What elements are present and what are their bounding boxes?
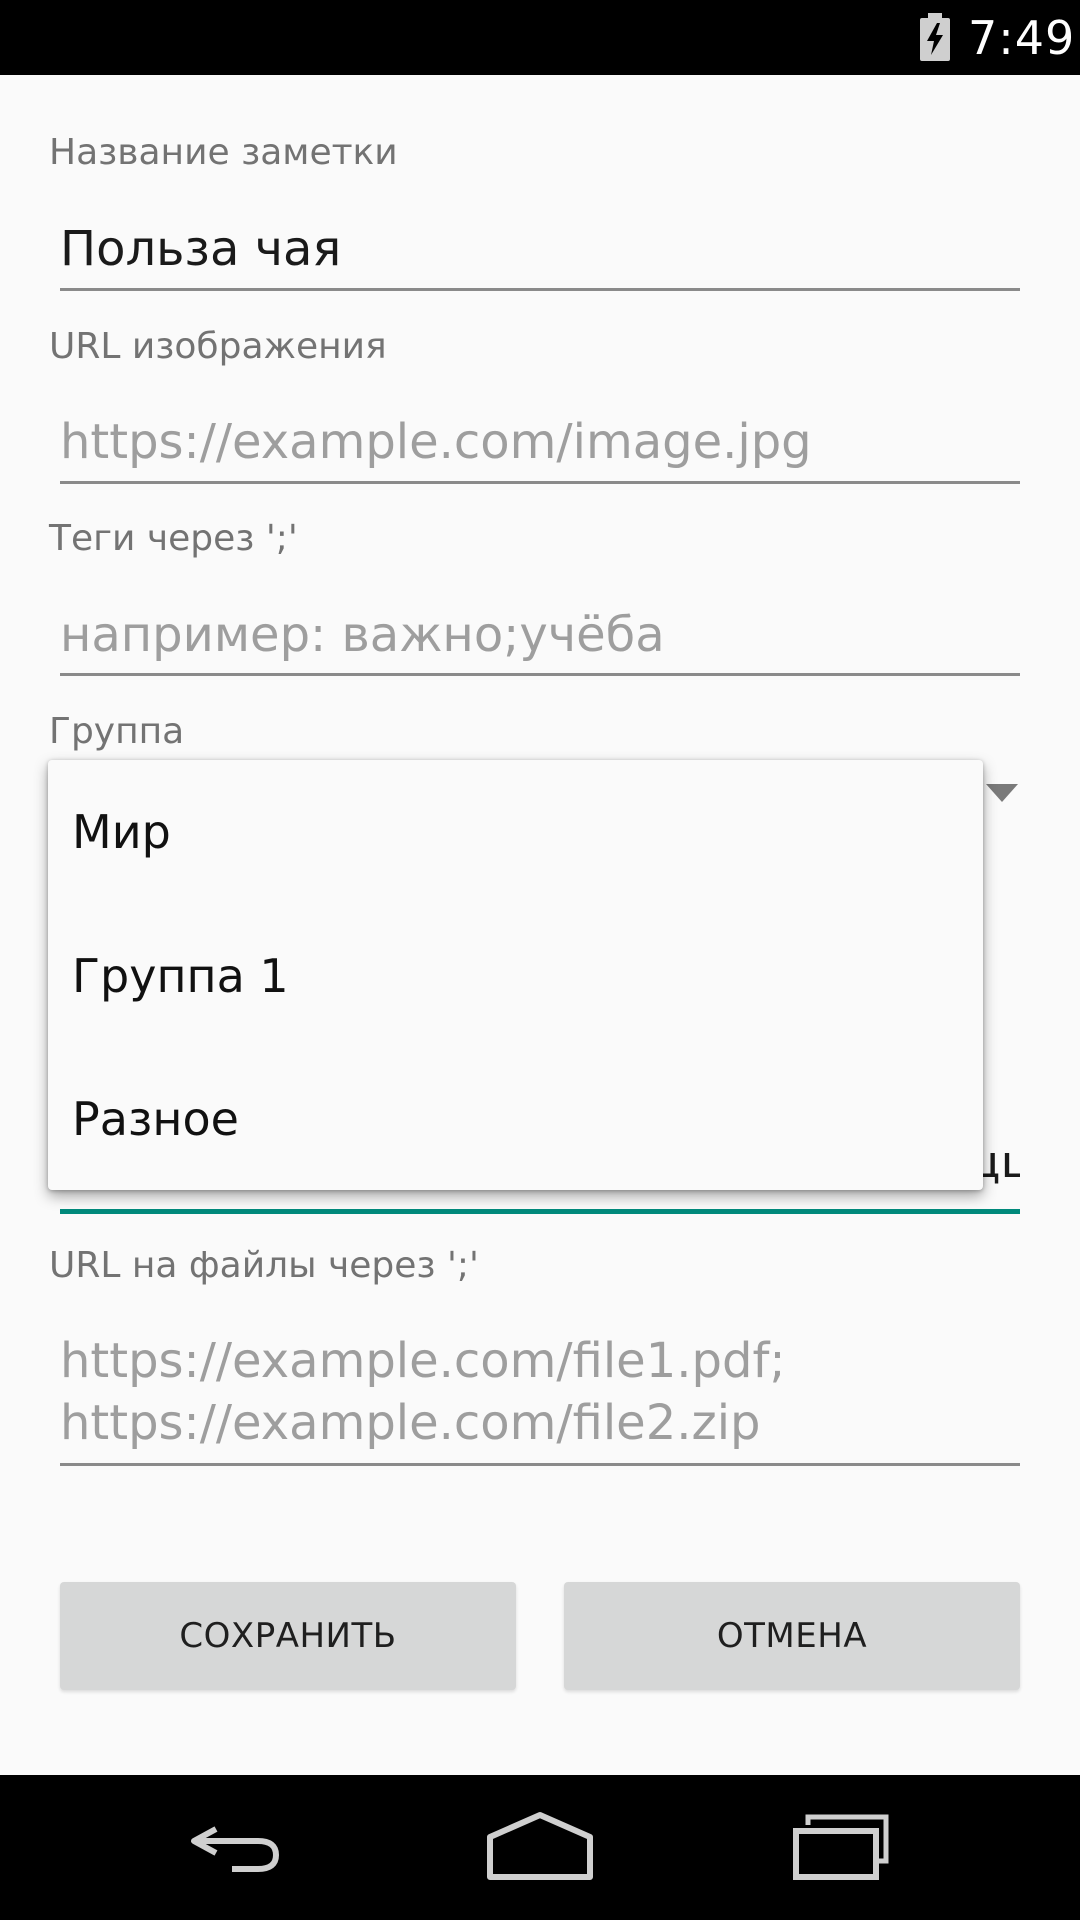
recents-icon[interactable] xyxy=(790,1809,894,1885)
image-url-label: URL изображения xyxy=(49,326,387,367)
tags-label: Теги через ';' xyxy=(49,518,298,559)
navigation-bar xyxy=(0,1775,1080,1920)
dropdown-item-raznoe[interactable]: Разное xyxy=(72,1089,239,1149)
group-dropdown-menu: Мир Группа 1 Разное xyxy=(48,760,983,1190)
status-bar: 7:49 xyxy=(0,0,1080,75)
dropdown-item-group-1[interactable]: Группа 1 xyxy=(72,946,289,1006)
dropdown-item-mir[interactable]: Мир xyxy=(72,802,171,862)
note-title-label: Название заметки xyxy=(49,132,398,173)
files-url-underline xyxy=(60,1463,1020,1466)
image-url-underline xyxy=(60,481,1020,484)
save-button[interactable]: СОХРАНИТЬ xyxy=(60,1582,516,1690)
home-icon[interactable] xyxy=(484,1809,596,1885)
battery-charging-icon xyxy=(920,13,950,61)
tags-input[interactable]: например: важно;учёба xyxy=(60,605,1020,665)
note-title-underline xyxy=(60,288,1020,291)
files-url-label: URL на файлы через ';' xyxy=(49,1245,479,1286)
files-url-input[interactable]: https://example.com/file1.pdf; https://e… xyxy=(60,1330,1020,1454)
back-icon[interactable] xyxy=(186,1809,290,1885)
content-input-underline xyxy=(60,1209,1020,1214)
status-time: 7:49 xyxy=(968,11,1076,65)
tags-underline xyxy=(60,673,1020,676)
cancel-button[interactable]: ОТМЕНА xyxy=(564,1582,1020,1690)
note-title-input[interactable]: Польза чая xyxy=(60,219,1020,279)
spinner-dropdown-arrow-icon[interactable] xyxy=(986,784,1018,802)
app-screen: 7:49 Название заметки Польза чая URL изо… xyxy=(0,0,1080,1920)
image-url-input[interactable]: https://example.com/image.jpg xyxy=(60,412,1020,472)
group-label: Группа xyxy=(49,711,185,752)
